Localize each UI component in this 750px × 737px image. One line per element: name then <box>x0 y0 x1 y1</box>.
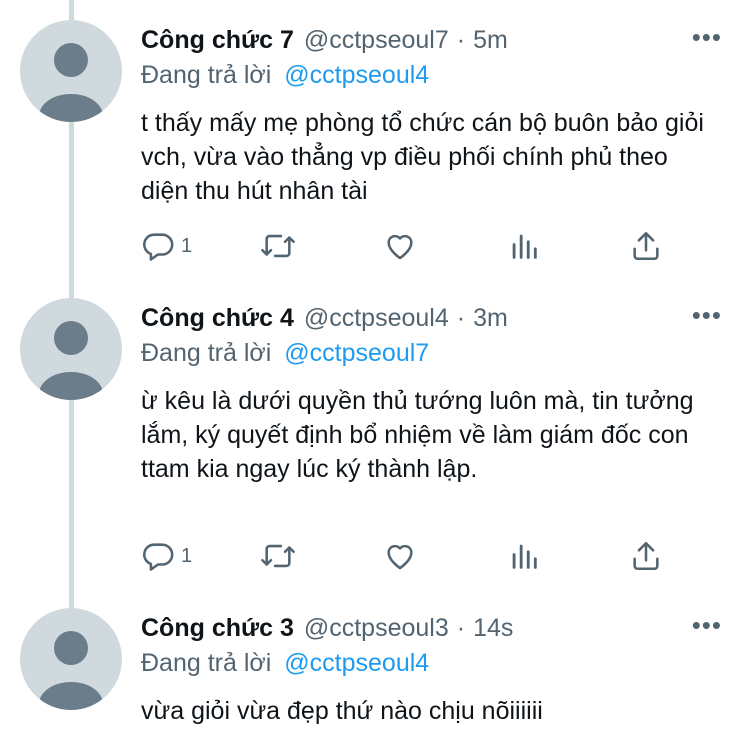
replying-to: Đang trả lời @cctpseoul4 <box>141 649 429 678</box>
retweet-icon <box>261 544 295 568</box>
heart-icon <box>387 234 413 260</box>
reply-button[interactable]: 1 <box>141 226 192 266</box>
action-bar: 1 <box>141 536 671 576</box>
like-button[interactable] <box>383 536 417 576</box>
user-handle[interactable]: @cctpseoul4 <box>304 304 449 333</box>
default-avatar-icon <box>39 321 103 400</box>
reply-mention-link[interactable]: @cctpseoul4 <box>284 649 429 677</box>
reply-mention-link[interactable]: @cctpseoul4 <box>284 61 429 89</box>
display-name[interactable]: Công chức 7 <box>141 26 294 55</box>
replying-to-label: Đang trả lời <box>141 339 272 367</box>
avatar[interactable] <box>20 298 122 400</box>
analytics-button[interactable] <box>507 536 541 576</box>
thread-line-1 <box>69 0 74 20</box>
tweet-header: Công chức 3 @cctpseoul3 · 14s <box>141 611 730 645</box>
reply-count: 1 <box>181 544 193 567</box>
separator-dot: · <box>456 25 466 54</box>
replying-to: Đang trả lời @cctpseoul4 <box>141 61 429 90</box>
tweet-header: Công chức 7 @cctpseoul7 · 5m <box>141 23 730 57</box>
default-avatar-icon <box>39 631 103 710</box>
action-bar: 1 <box>141 226 671 266</box>
user-handle[interactable]: @cctpseoul7 <box>304 26 449 55</box>
reply-count: 1 <box>181 234 193 257</box>
separator-dot: · <box>456 613 466 642</box>
timestamp[interactable]: 14s <box>473 614 513 643</box>
display-name[interactable]: Công chức 4 <box>141 304 294 333</box>
tweet-text: ừ kêu là dưới quyền thủ tướng luôn mà, t… <box>141 387 694 483</box>
analytics-icon <box>512 544 537 569</box>
tweet-text: t thấy mấy mẹ phòng tổ chức cán bộ buôn … <box>141 109 704 205</box>
analytics-button[interactable] <box>507 226 541 266</box>
share-icon <box>633 541 659 571</box>
timestamp[interactable]: 3m <box>473 304 508 333</box>
reply-icon <box>143 543 174 571</box>
tweet[interactable]: Công chức 4 @cctpseoul4 · 3m ••• Đang tr… <box>0 298 750 590</box>
heart-icon <box>387 544 413 570</box>
retweet-button[interactable] <box>259 226 297 266</box>
user-handle[interactable]: @cctpseoul3 <box>304 614 449 643</box>
reply-button[interactable]: 1 <box>141 536 192 576</box>
analytics-icon <box>512 234 537 259</box>
default-avatar-icon <box>39 43 103 122</box>
tweet-header: Công chức 4 @cctpseoul4 · 3m <box>141 301 730 335</box>
display-name[interactable]: Công chức 3 <box>141 614 294 643</box>
tweet[interactable]: Công chức 7 @cctpseoul7 · 5m ••• Đang tr… <box>0 20 750 280</box>
retweet-icon <box>261 234 295 258</box>
tweet-text: vừa giỏi vừa đẹp thứ nào chịu nõiiiiii <box>141 697 543 725</box>
more-icon[interactable]: ••• <box>692 24 722 50</box>
separator-dot: · <box>456 303 466 332</box>
share-button[interactable] <box>629 226 663 266</box>
like-button[interactable] <box>383 226 417 266</box>
replying-to-label: Đang trả lời <box>141 649 272 677</box>
retweet-button[interactable] <box>259 536 297 576</box>
reply-mention-link[interactable]: @cctpseoul7 <box>284 339 429 367</box>
timestamp[interactable]: 5m <box>473 26 508 55</box>
tweet[interactable]: Công chức 3 @cctpseoul3 · 14s ••• Đang t… <box>0 608 750 737</box>
share-icon <box>633 231 659 261</box>
avatar[interactable] <box>20 608 122 710</box>
share-button[interactable] <box>629 536 663 576</box>
replying-to: Đang trả lời @cctpseoul7 <box>141 339 429 368</box>
replying-to-label: Đang trả lời <box>141 61 272 89</box>
more-icon[interactable]: ••• <box>692 612 722 638</box>
reply-icon <box>143 233 174 261</box>
more-icon[interactable]: ••• <box>692 302 722 328</box>
avatar[interactable] <box>20 20 122 122</box>
